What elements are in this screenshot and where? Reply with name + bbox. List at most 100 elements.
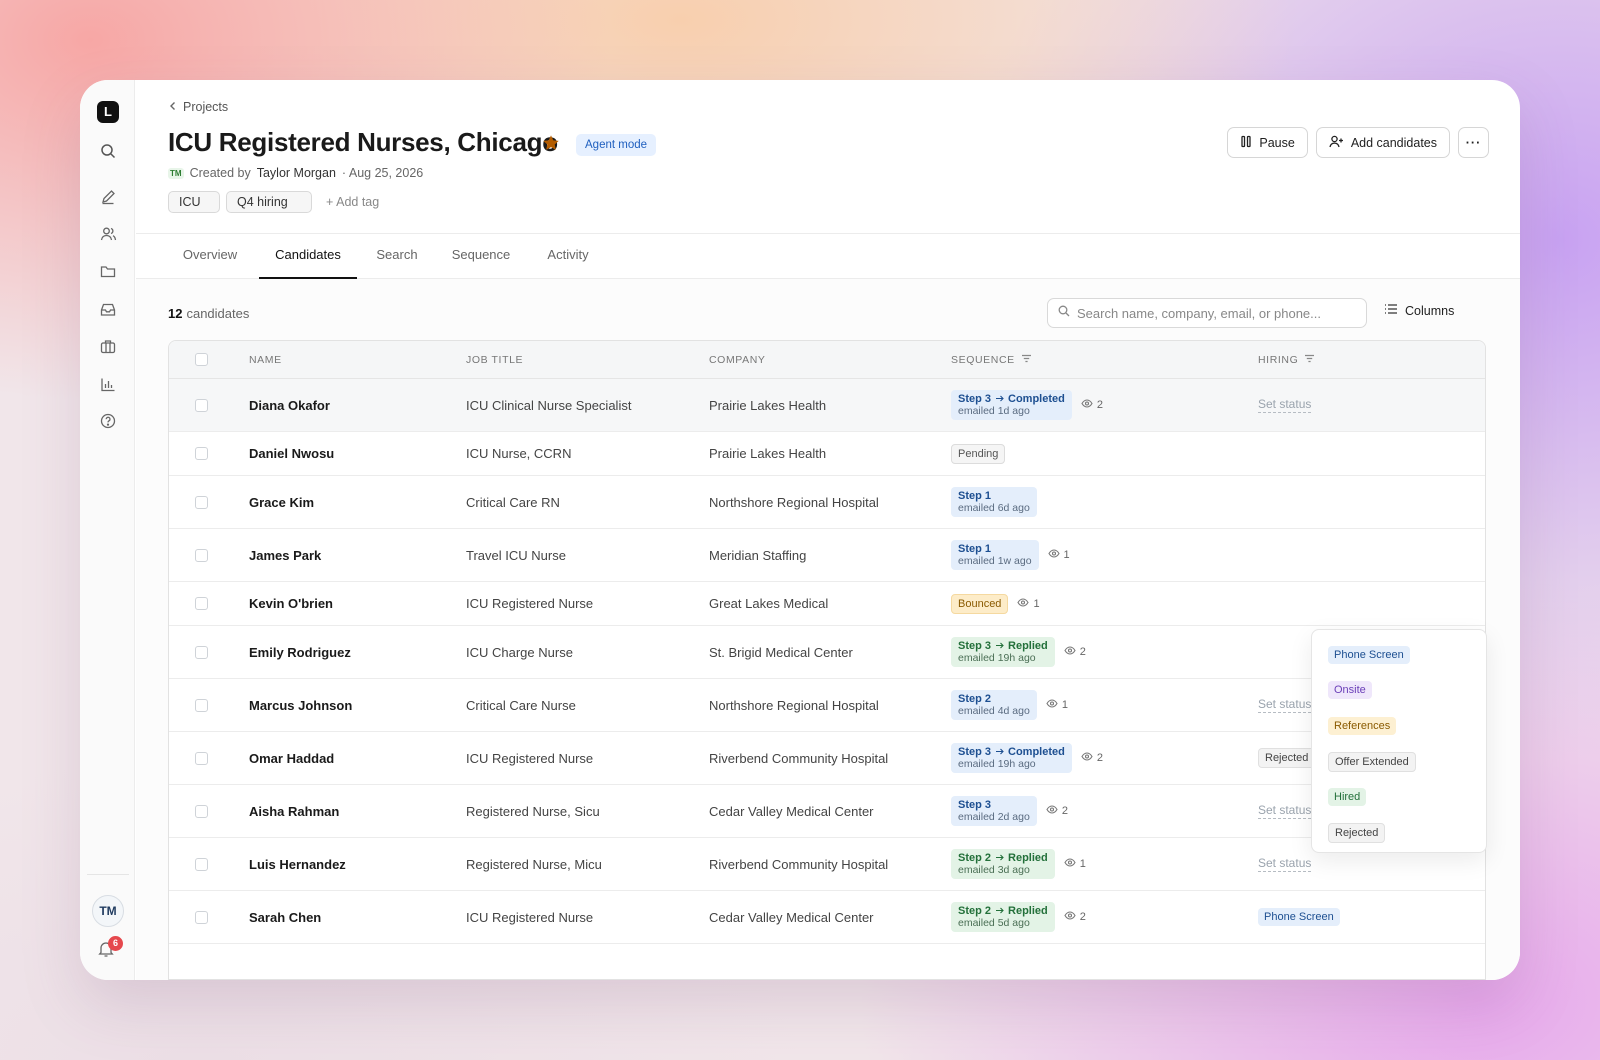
candidate-name[interactable]: Kevin O'brien [249, 582, 333, 625]
status-option-phone-screen[interactable]: Phone Screen [1328, 646, 1410, 664]
help-icon[interactable] [97, 410, 119, 432]
column-header-sequence[interactable]: SEQUENCE [951, 341, 1032, 379]
candidate-name[interactable]: Aisha Rahman [249, 785, 339, 837]
table-row[interactable]: Luis Hernandez Registered Nurse, Micu Rive… [169, 838, 1485, 891]
table-row[interactable]: Kevin O'brien ICU Registered Nurse Great L… [169, 582, 1485, 626]
search-icon[interactable] [97, 140, 119, 162]
row-checkbox[interactable] [195, 857, 208, 871]
more-options-button[interactable]: ··· [1458, 127, 1489, 158]
row-checkbox[interactable] [195, 910, 208, 924]
star-icon[interactable] [542, 134, 560, 152]
candidate-name[interactable]: James Park [249, 529, 321, 581]
candidate-company: Meridian Staffing [709, 547, 807, 563]
tag-chip[interactable]: Q4 hiring [226, 191, 312, 213]
table-row[interactable]: Diana Okafor ICU Clinical Nurse Specialis… [169, 379, 1485, 432]
folder-icon[interactable] [97, 260, 119, 282]
sequence-outcome: Replied [1008, 905, 1048, 917]
hiring-status-badge[interactable]: Phone Screen [1258, 908, 1340, 926]
set-status-button[interactable]: Set status [1258, 856, 1312, 872]
status-option-onsite[interactable]: Onsite [1328, 681, 1372, 699]
column-header-name[interactable]: NAME [249, 341, 282, 379]
tab-search[interactable]: Search [364, 234, 430, 279]
candidate-name[interactable]: Omar Haddad [249, 732, 334, 784]
sequence-status[interactable]: Step 3 emailed 2d ago [951, 796, 1037, 826]
row-checkbox[interactable] [195, 597, 208, 610]
candidate-name[interactable]: Marcus Johnson [249, 679, 352, 731]
set-status-button[interactable]: Set status [1258, 803, 1312, 819]
sequence-time: emailed 1d ago [958, 405, 1030, 417]
tab-overview[interactable]: Overview [166, 234, 254, 279]
columns-button[interactable]: Columns [1384, 303, 1454, 318]
tab-sequence[interactable]: Sequence [436, 234, 526, 279]
column-header-hiring[interactable]: HIRING [1258, 341, 1315, 379]
row-checkbox[interactable] [195, 495, 208, 509]
table-row[interactable]: Grace Kim Critical Care RN Northshore Regi… [169, 476, 1485, 529]
search-box[interactable] [1047, 298, 1367, 328]
filter-icon[interactable] [1304, 341, 1315, 379]
candidate-name[interactable]: Diana Okafor [249, 379, 330, 431]
row-checkbox[interactable] [195, 804, 208, 818]
row-checkbox[interactable] [195, 447, 208, 460]
pause-icon [1240, 135, 1252, 151]
candidate-name[interactable]: Grace Kim [249, 476, 314, 528]
column-label: NAME [249, 354, 282, 366]
inbox-icon[interactable] [97, 298, 119, 320]
table-row[interactable]: James Park Travel ICU Nurse Meridian Staff… [169, 529, 1485, 582]
row-checkbox[interactable] [195, 751, 208, 765]
tag-chip[interactable]: ICU [168, 191, 220, 213]
candidate-name[interactable]: Luis Hernandez [249, 838, 346, 890]
sequence-status[interactable]: Step 2 Replied emailed 5d ago [951, 902, 1055, 932]
hiring-status-badge[interactable]: Rejected [1258, 748, 1316, 768]
table-row[interactable]: Sarah Chen ICU Registered Nurse Cedar Vall… [169, 891, 1485, 944]
table-row[interactable]: Omar Haddad ICU Registered Nurse Riverbend… [169, 732, 1485, 785]
status-option-references[interactable]: References [1328, 717, 1397, 735]
candidate-name[interactable]: Daniel Nwosu [249, 432, 334, 475]
filter-icon[interactable] [1021, 341, 1032, 379]
candidate-name[interactable]: Sarah Chen [249, 891, 321, 943]
sequence-status[interactable]: Pending [951, 443, 1006, 464]
sequence-status[interactable]: Step 3 Completed emailed 1d ago [951, 390, 1072, 420]
sequence-status[interactable]: Step 3 Replied emailed 19h ago [951, 637, 1055, 667]
sequence-status[interactable]: Step 1 emailed 6d ago [951, 487, 1037, 517]
breadcrumb-projects[interactable]: Projects [183, 100, 228, 114]
table-row[interactable]: Emily Rodriguez ICU Charge Nurse St. Brigi… [169, 626, 1485, 679]
pause-button[interactable]: Pause [1227, 127, 1308, 158]
add-tag-button[interactable]: + Add tag [326, 195, 379, 209]
row-checkbox[interactable] [195, 398, 208, 412]
status-option-rejected[interactable]: Rejected [1328, 823, 1386, 843]
candidate-name[interactable]: Emily Rodriguez [249, 626, 351, 678]
sequence-status[interactable]: Bounced [951, 593, 1009, 614]
status-option-offer-extended[interactable]: Offer Extended [1328, 752, 1416, 772]
table-row[interactable]: Aisha Rahman Registered Nurse, Sicu Cedar … [169, 785, 1485, 838]
breadcrumb[interactable]: Projects [169, 100, 228, 114]
tab-candidates[interactable]: Candidates [259, 234, 357, 279]
briefcase-icon[interactable] [97, 335, 119, 357]
agent-mode-badge[interactable]: Agent mode [576, 134, 657, 156]
user-avatar[interactable]: TM [92, 895, 124, 927]
app-logo[interactable]: L [97, 101, 119, 123]
sequence-status[interactable]: Step 2 emailed 4d ago [951, 690, 1037, 720]
sequence-status[interactable]: Step 2 Replied emailed 3d ago [951, 849, 1055, 879]
eye-icon [1064, 646, 1076, 658]
tab-activity[interactable]: Activity [532, 234, 604, 279]
sequence-step: Step 1 [958, 543, 992, 555]
table-row[interactable]: Daniel Nwosu ICU Nurse, CCRN Prairie Lakes… [169, 432, 1485, 476]
sidebar-rail: L TM 6 [80, 80, 135, 980]
set-status-button[interactable]: Set status [1258, 697, 1312, 713]
sequence-status[interactable]: Step 1 emailed 1w ago [951, 540, 1039, 570]
row-checkbox[interactable] [195, 645, 208, 659]
table-row[interactable]: Marcus Johnson Critical Care Nurse Northsh… [169, 679, 1485, 732]
pencil-icon[interactable] [97, 186, 119, 208]
row-checkbox[interactable] [195, 698, 208, 712]
sequence-status[interactable]: Step 3 Completed emailed 19h ago [951, 743, 1072, 773]
row-checkbox[interactable] [195, 548, 208, 562]
bar-chart-icon[interactable] [97, 373, 119, 395]
status-option-hired[interactable]: Hired [1328, 788, 1367, 806]
column-header-company[interactable]: COMPANY [709, 341, 766, 379]
select-all-checkbox[interactable] [195, 353, 208, 366]
search-input[interactable] [1077, 305, 1357, 321]
column-header-job-title[interactable]: JOB TITLE [466, 341, 523, 379]
set-status-button[interactable]: Set status [1258, 397, 1312, 413]
add-candidates-button[interactable]: Add candidates [1315, 127, 1450, 158]
users-icon[interactable] [97, 223, 119, 245]
